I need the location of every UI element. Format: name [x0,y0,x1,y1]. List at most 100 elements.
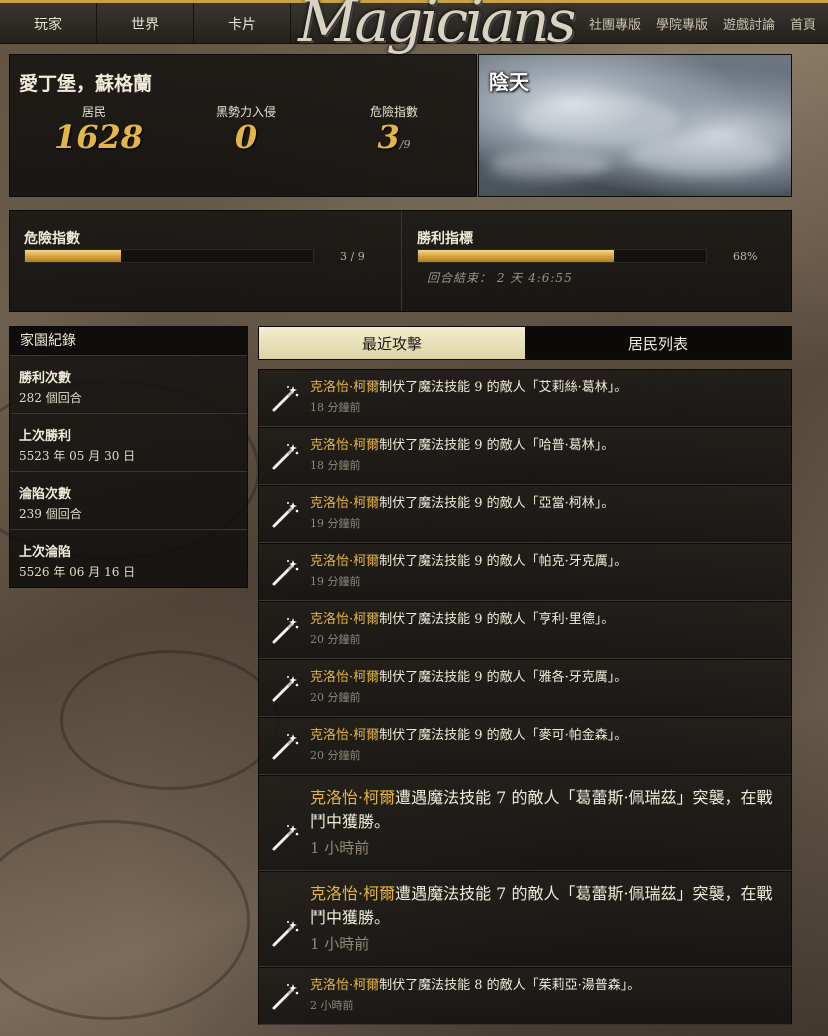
magic-wand-icon [270,615,300,645]
residents-stat: 居民 1628 [54,103,143,154]
feed-text: 克洛怡·柯爾遭遇魔法技能 7 的敵人「葛蕾斯·佩瑞茲」突襲，在戰鬥中獲勝。 1 小… [310,786,773,858]
city-title: 愛丁堡，蘇格蘭 [19,73,153,95]
feed-message-body: 制伏了魔法技能 9 的敵人「哈普·葛林」。 [379,438,615,453]
feed-text: 克洛怡·柯爾制伏了魔法技能 9 的敵人「亨利·里德」。 20 分鐘前 [310,611,773,647]
nav-item-academy[interactable]: 學院專版 [656,14,708,33]
magic-wand-icon [270,383,300,413]
tab-resident-list[interactable]: 居民列表 [525,327,791,359]
nav-item-cards[interactable]: 卡片 [194,3,291,44]
magic-wand-icon [270,557,300,587]
feed-tabs: 最近攻擊 居民列表 [258,326,792,360]
feed-message-body: 制伏了魔法技能 9 的敵人「亞當·柯林」。 [379,496,615,511]
nav-item-players[interactable]: 玩家 [0,3,97,44]
danger-bar-value: 3 / 9 [340,250,365,263]
victory-block: 勝利指標 68% 回合結束： 2 天 4:6:55 [403,211,792,311]
feed-actor[interactable]: 克洛怡·柯爾 [310,554,379,569]
cloud [519,95,679,145]
record-value: 282 個回合 [19,391,82,405]
feed-text: 克洛怡·柯爾遭遇魔法技能 7 的敵人「葛蕾斯·佩瑞茲」突襲，在戰鬥中獲勝。 1 小… [310,882,773,954]
feed-timestamp: 19 分鐘前 [310,575,361,588]
feed-item[interactable]: 克洛怡·柯爾遭遇魔法技能 7 的敵人「葛蕾斯·佩瑞茲」突襲，在戰鬥中獲勝。 1 小… [258,775,792,871]
feed-actor[interactable]: 克洛怡·柯爾 [310,670,379,685]
round-end-timer: 回合結束： 2 天 4:6:55 [427,271,573,285]
attack-feed: 克洛怡·柯爾制伏了魔法技能 9 的敵人「艾莉絲·葛林」。 18 分鐘前 克洛怡·柯爾… [258,369,792,1036]
feed-item[interactable]: 克洛怡·柯爾制伏了魔法技能 9 的敵人「亨利·里德」。 20 分鐘前 [258,601,792,659]
feed-text: 克洛怡·柯爾制伏了魔法技能 9 的敵人「亞當·柯林」。 19 分鐘前 [310,495,773,531]
weather-panel: 陰天 [478,54,792,197]
feed-item[interactable]: 克洛怡·柯爾制伏了魔法技能 9 的敵人「雅各·牙克厲」。 20 分鐘前 [258,659,792,717]
magic-wand-icon [270,499,300,529]
feed-item[interactable]: 克洛怡·柯爾遭遇魔法技能 7 的敵人「葛蕾斯·佩瑞茲」突襲，在戰鬥中獲勝。 1 小… [258,871,792,967]
record-key: 上次勝利 [19,429,72,444]
feed-message: 克洛怡·柯爾遭遇魔法技能 7 的敵人「葛蕾斯·佩瑞茲」突襲，在戰鬥中獲勝。 [310,882,773,930]
feed-actor[interactable]: 克洛怡·柯爾 [310,380,379,395]
cloud [629,135,779,175]
danger-progress-fill [25,250,121,262]
nav-item-world[interactable]: 世界 [97,3,194,44]
feed-timestamp: 19 分鐘前 [310,517,361,530]
feed-timestamp: 20 分鐘前 [310,691,361,704]
magic-wand-icon [270,731,300,761]
feed-timestamp: 18 分鐘前 [310,459,361,472]
magic-wand-icon [270,981,300,1011]
feed-message: 克洛怡·柯爾制伏了魔法技能 9 的敵人「麥可·帕金森」。 [310,727,773,745]
invasion-value: 0 [234,118,258,156]
nav-item-home[interactable]: 首頁 [790,14,816,33]
map-texture [60,650,280,790]
victory-bar-value: 68% [733,250,758,263]
feed-actor[interactable]: 克洛怡·柯爾 [310,978,379,993]
nav-item-club[interactable]: 社團專版 [589,14,641,33]
feed-actor[interactable]: 克洛怡·柯爾 [310,438,379,453]
city-panel: 愛丁堡，蘇格蘭 居民 1628 黑勢力入侵 0 危險指數 3/9 [9,54,477,197]
feed-text: 克洛怡·柯爾制伏了魔法技能 8 的敵人「茱莉亞·湯普森」。 2 小時前 [310,977,773,1013]
feed-text: 克洛怡·柯爾制伏了魔法技能 9 的敵人「雅各·牙克厲」。 20 分鐘前 [310,669,773,705]
feed-actor[interactable]: 克洛怡·柯爾 [310,496,379,511]
feed-actor[interactable]: 克洛怡·柯爾 [310,884,395,903]
magicians-logo[interactable]: Magicians [298,0,576,59]
feed-item[interactable]: 克洛怡·柯爾制伏了魔法技能 9 的敵人「亞當·柯林」。 19 分鐘前 [258,485,792,543]
map-texture [0,820,250,1020]
feed-message-body: 制伏了魔法技能 8 的敵人「茱莉亞·湯普森」。 [379,978,641,993]
feed-text: 克洛怡·柯爾制伏了魔法技能 9 的敵人「帕克·牙克厲」。 19 分鐘前 [310,553,773,589]
nav-right: 社團專版 學院專版 遊戲討論 首頁 [589,3,816,44]
feed-message-body: 制伏了魔法技能 9 的敵人「雅各·牙克厲」。 [379,670,628,685]
feed-item[interactable]: 克洛怡·柯爾制伏了魔法技能 9 的敵人「帕克·牙克厲」。 19 分鐘前 [258,543,792,601]
feed-timestamp: 18 分鐘前 [310,401,361,414]
tab-recent-attacks[interactable]: 最近攻擊 [259,327,525,359]
home-record-panel: 家園紀錄 勝利次數 282 個回合 上次勝利 5523 年 05 月 30 日 … [9,326,248,588]
record-key: 淪陷次數 [19,487,72,502]
feed-message: 克洛怡·柯爾制伏了魔法技能 9 的敵人「帕克·牙克厲」。 [310,553,773,571]
victory-progress-bar [417,249,707,263]
nav-item-forum[interactable]: 遊戲討論 [723,14,775,33]
feed-actor[interactable]: 克洛怡·柯爾 [310,788,395,807]
feed-message-body: 制伏了魔法技能 9 的敵人「帕克·牙克厲」。 [379,554,628,569]
cloud [489,150,609,180]
record-key: 上次淪陷 [19,545,72,560]
magic-wand-icon [270,441,300,471]
feed-item[interactable]: 克洛怡·柯爾制伏了魔法技能 8 的敵人「茱莉亞·湯普森」。 2 小時前 [258,967,792,1025]
feed-message-body: 制伏了魔法技能 9 的敵人「艾莉絲·葛林」。 [379,380,628,395]
feed-actor[interactable]: 克洛怡·柯爾 [310,728,379,743]
record-item: 上次勝利 5523 年 05 月 30 日 [10,414,247,472]
home-record-header: 家園紀錄 [10,327,247,356]
danger-value: 3 [377,118,400,156]
nav-left: 玩家 世界 卡片 [0,3,291,44]
feed-actor[interactable]: 克洛怡·柯爾 [310,612,379,627]
feed-text: 克洛怡·柯爾制伏了魔法技能 9 的敵人「麥可·帕金森」。 20 分鐘前 [310,727,773,763]
victory-bar-title: 勝利指標 [417,231,473,247]
record-value: 5523 年 05 月 30 日 [19,449,136,463]
feed-item[interactable]: 克洛怡·柯爾制伏了魔法技能 9 的敵人「艾莉絲·葛林」。 18 分鐘前 [258,369,792,427]
danger-max: /9 [399,138,411,151]
feed-message-body: 制伏了魔法技能 9 的敵人「麥可·帕金森」。 [379,728,628,743]
weather-label: 陰天 [489,70,529,94]
feed-message: 克洛怡·柯爾制伏了魔法技能 9 的敵人「哈普·葛林」。 [310,437,773,455]
feed-timestamp: 20 分鐘前 [310,633,361,646]
feed-item[interactable]: 克洛怡·柯爾制伏了魔法技能 9 的敵人「哈普·葛林」。 18 分鐘前 [258,427,792,485]
feed-message: 克洛怡·柯爾制伏了魔法技能 9 的敵人「亞當·柯林」。 [310,495,773,513]
feed-item[interactable]: 克洛怡·柯爾制伏了魔法技能 9 的敵人「麥可·帕金森」。 20 分鐘前 [258,717,792,775]
danger-progress-bar [24,249,314,263]
magic-wand-icon [270,673,300,703]
feed-message: 克洛怡·柯爾遭遇魔法技能 7 的敵人「葛蕾斯·佩瑞茲」突襲，在戰鬥中獲勝。 [310,786,773,834]
danger-bar-title: 危險指數 [24,231,80,247]
feed-message: 克洛怡·柯爾制伏了魔法技能 8 的敵人「茱莉亞·湯普森」。 [310,977,773,995]
